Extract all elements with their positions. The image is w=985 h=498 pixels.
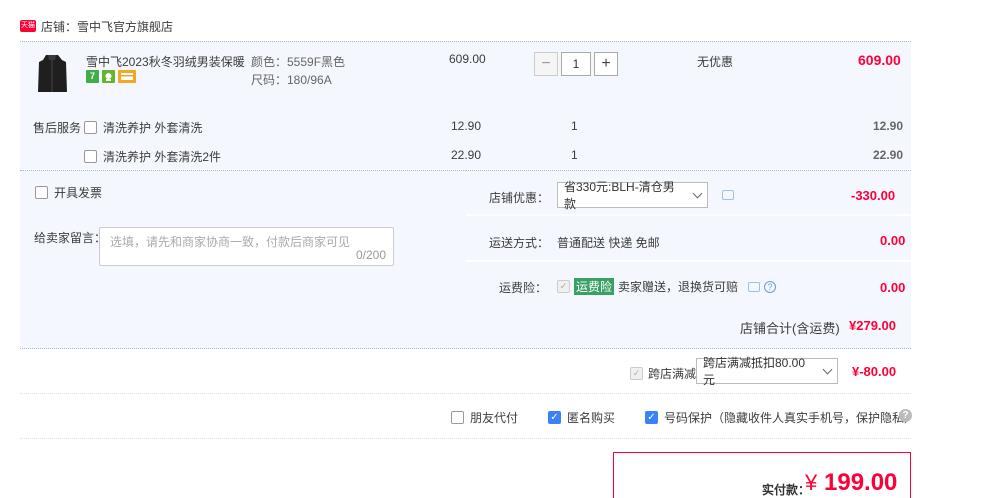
after-sales-price: 22.90 (451, 148, 482, 162)
quantity-stepper: − 1 + (534, 52, 618, 76)
shop-label: 店铺： (41, 19, 78, 34)
product-thumbnail[interactable] (30, 52, 74, 96)
tmall-icon: 天猫 (20, 20, 36, 32)
friend-pay-option[interactable]: 朋友代付 (451, 409, 518, 426)
product-title[interactable]: 雪中飞2023秋冬羽绒男装保暖... (86, 53, 246, 70)
help-icon[interactable]: ? (899, 409, 912, 422)
unit-price: 609.00 (449, 52, 486, 66)
item-subtotal: 609.00 (858, 52, 901, 68)
chat-icon[interactable] (748, 281, 761, 292)
after-sales-option-label: 清洗养护 外套清洗2件 (103, 150, 222, 164)
insurance-option: ✓ 运费险 卖家赠送，退换货可赔 ? (557, 278, 777, 295)
after-sales-option-1[interactable]: 清洗养护 外套清洗 (84, 119, 202, 136)
after-sales-qty: 1 (571, 119, 578, 133)
invoice-label: 开具发票 (54, 186, 103, 200)
insurance-tag: 运费险 (574, 278, 615, 295)
insurance-amount: 0.00 (880, 280, 906, 295)
shipping-label: 运送方式： (489, 236, 550, 250)
after-sales-checkbox-2[interactable] (84, 150, 97, 163)
payment-label: 实付款： (762, 483, 811, 497)
insurance-desc: 卖家赠送，退换货可赔 (618, 280, 739, 294)
insurance-checkbox: ✓ (557, 280, 570, 293)
payment-amount: 199.00 (824, 469, 898, 496)
plus-button[interactable]: + (594, 52, 618, 76)
shop-coupon-select[interactable]: 省330元:BLH-清仓男款 (557, 180, 708, 211)
cross-shop-value: 跨店满减抵扣80.00元 (703, 356, 806, 387)
payment-box: 实付款： ¥ 199.00 (613, 452, 911, 498)
cross-shop-amount: ¥-80.00 (852, 364, 897, 379)
cross-shop-option: ✓ 跨店满减 (630, 365, 696, 382)
cross-shop-label: 跨店满减 (648, 367, 697, 381)
number-protect-label: 号码保护（隐藏收件人真实手机号，保护隐私） (664, 411, 917, 425)
after-sales-price: 12.90 (451, 119, 482, 133)
number-protect-checkbox[interactable]: ✓ (645, 411, 658, 424)
card-payment-icon (118, 70, 136, 83)
help-icon[interactable]: ? (764, 280, 777, 293)
chat-icon[interactable] (722, 190, 734, 200)
shop-name[interactable]: 雪中飞官方旗舰店 (77, 18, 173, 35)
after-sales-qty: 1 (571, 148, 578, 162)
shipping-amount: 0.00 (880, 233, 906, 248)
quantity-input[interactable]: 1 (561, 52, 591, 76)
payment-currency: ¥ (805, 470, 818, 495)
item-discount: 无优惠 (697, 55, 734, 69)
after-sales-total: 22.90 (873, 148, 904, 162)
anonymous-checkbox[interactable]: ✓ (548, 411, 561, 424)
after-sales-checkbox-1[interactable] (84, 121, 97, 134)
shipping-method: 普通配送 快递 免邮 (557, 236, 660, 250)
sku-color: 颜色：5559F黑色 (251, 55, 346, 69)
invoice-checkbox[interactable] (35, 186, 48, 199)
after-sales-option-label: 清洗养护 外套清洗 (103, 121, 203, 135)
shop-total-label: 店铺合计(含运费) (740, 321, 840, 336)
chevron-down-icon (692, 188, 703, 198)
shop-coupon-value: 省330元:BLH-清仓男款 (564, 180, 675, 211)
freight-insurance-icon (102, 70, 115, 83)
shop-header: 天猫 店铺： 雪中飞官方旗舰店 (20, 18, 173, 34)
shop-total-amount: ¥279.00 (849, 318, 896, 333)
message-label: 给卖家留言： (34, 231, 107, 245)
number-protect-option[interactable]: ✓ 号码保护（隐藏收件人真实手机号，保护隐私） (645, 409, 916, 426)
friend-pay-checkbox[interactable] (451, 411, 464, 424)
after-sales-label: 售后服务 (33, 121, 82, 135)
service-badges: 7 (86, 70, 136, 83)
after-sales-total: 12.90 (873, 119, 904, 133)
shop-coupon-amount: -330.00 (851, 188, 896, 203)
message-counter: 0/200 (355, 248, 386, 262)
friend-pay-label: 朋友代付 (470, 411, 519, 425)
minus-button[interactable]: − (534, 52, 558, 76)
anonymous-label: 匿名购买 (567, 411, 616, 425)
anonymous-option[interactable]: ✓ 匿名购买 (548, 409, 615, 426)
divider (20, 438, 911, 439)
chevron-down-icon (822, 364, 833, 374)
invoice-option[interactable]: 开具发票 (35, 184, 102, 201)
cross-shop-select[interactable]: 跨店满减抵扣80.00元 (696, 356, 838, 387)
seven-day-return-icon: 7 (86, 70, 99, 83)
sku-size: 尺码：180/96A (251, 73, 332, 87)
insurance-label: 运费险： (499, 281, 548, 295)
message-placeholder: 选填，请先和商家协商一致，付款后商家可见 (110, 235, 351, 249)
shop-coupon-label: 店铺优惠： (489, 191, 550, 205)
cross-shop-checkbox: ✓ (630, 367, 643, 380)
after-sales-option-2[interactable]: 清洗养护 外套清洗2件 (84, 148, 221, 165)
message-textarea[interactable]: 选填，请先和商家协商一致，付款后商家可见 0/200 (99, 227, 394, 266)
divider (20, 393, 911, 394)
